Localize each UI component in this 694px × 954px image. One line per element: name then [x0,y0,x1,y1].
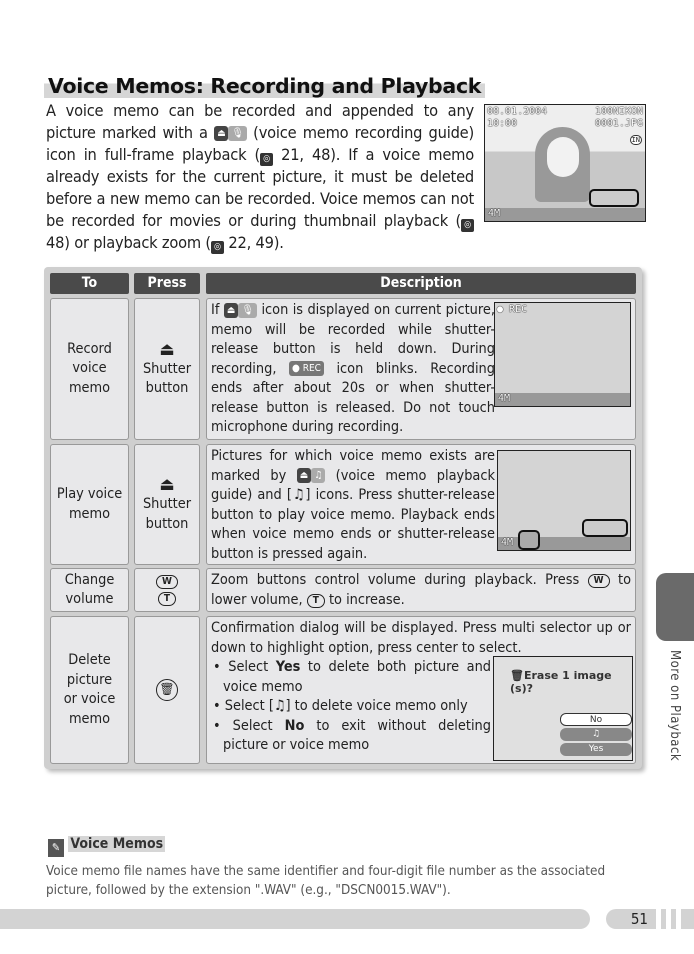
microphone-icon: 🎙 [238,302,258,318]
file-readout: 0001.JPG [594,118,643,129]
press-cell: ⏏ Shutter button [134,444,200,565]
recording-screen-illustration: ● REC 4M [494,302,631,407]
page-reference-icon: ◎ [260,153,274,166]
section-tab [656,573,694,641]
note-heading: ✎ Voice Memos [48,836,166,857]
dialog-option-no[interactable]: No [560,713,632,726]
footer-stripe [671,909,676,929]
shutter-guide-icon: ⏏ [296,468,312,483]
bullet-voice-only: • Select [♫] to delete voice memo only [213,698,468,714]
page-reference-icon: ◎ [210,241,224,254]
footer-stripe [661,909,666,929]
voice-memo-icon: [♫] [286,487,311,503]
date-readout: 08.01.2004 [487,106,548,117]
face-illustration [547,137,579,177]
description-cell: Zoom buttons control volume during playb… [206,568,636,612]
action-label: Delete picture or voice memo [63,652,116,727]
action-label: Change volume [64,571,115,608]
pencil-note-icon: ✎ [48,839,64,857]
zoom-w-button-icon: W [587,574,610,588]
erase-dialog-illustration: 🗑Erase 1 image (s)? No ♫ Yes [493,656,633,761]
press-label: Shutter button [142,496,192,532]
zoom-t-button-icon: T [306,593,325,608]
voice-guide-highlight [589,189,639,207]
press-label: Shutter button [142,360,192,397]
intro-text: 22, 49). [228,233,284,252]
action-label: Play voice memo [56,486,123,522]
press-cell: ⏏ Shutter button [134,298,200,440]
shutter-guide-icon: ⏏ [214,126,229,141]
playback-screen-illustration: 08.01.2004 10:00 100NIKON 0001.JPG IN 4M [484,104,646,222]
note-text: Voice memo file names have the same iden… [46,864,606,898]
erase-prompt: 🗑Erase 1 image (s)? [510,669,612,695]
table-row-play: Play voice memo [50,444,129,565]
delete-button-icon: 🗑 [156,679,178,701]
header-description: Description [206,273,636,294]
table-row-record: Record voice memo [50,298,129,440]
footer-bar [0,909,590,929]
footer-stripe [681,909,694,929]
description-text: Confirmation dialog will be displayed. P… [211,620,631,656]
description-text: If [211,302,220,318]
voice-memo-icon [518,530,540,550]
intro-paragraph: A voice memo can be recorded and appende… [46,100,474,254]
header-press: Press [134,273,200,294]
table-row-volume: Change volume [50,568,129,612]
rec-indicator: ● REC [497,304,528,315]
voice-guide-highlight [582,519,628,537]
image-size-readout: 4M [488,208,501,219]
description-text: Zoom buttons control volume during playb… [211,572,580,588]
internal-memory-icon: IN [629,135,642,145]
page-title: Voice Memos: Recording and Playback [44,74,486,98]
dialog-option-voice-memo[interactable]: ♫ [560,728,632,741]
microphone-icon: 🎙 [228,126,247,141]
rec-icon: ● REC [288,361,324,376]
voice-memo-icon: ♫ [311,468,326,483]
shutter-button-icon: ⏏ [159,474,175,495]
folder-readout: 100NIKON [594,106,643,117]
rec-label: REC [302,363,321,374]
zoom-t-button-icon: T [157,591,177,606]
playback-screen-illustration: 4M [497,450,631,551]
press-cell: WT [134,568,200,612]
page-reference-icon: ◎ [461,219,474,232]
page-number: 51 [606,909,656,929]
description-text: to increase. [328,591,405,608]
header-to: To [50,273,129,294]
bullet-yes: • Select Yes to delete both picture and … [213,659,492,695]
shutter-guide-icon: ⏏ [223,302,239,318]
section-tab-label: More on Playback [667,650,682,762]
table-row-delete: Delete picture or voice memo [50,616,129,764]
image-size-readout: 4M [498,393,511,404]
shutter-button-icon: ⏏ [159,338,175,360]
dialog-option-yes[interactable]: Yes [560,743,632,756]
intro-text: 48) or playback zoom ( [46,233,211,252]
zoom-w-button-icon: W [156,574,178,589]
time-readout: 10:00 [487,118,518,129]
press-cell: 🗑 [134,616,200,764]
image-size-readout: 4M [501,537,514,548]
action-label: Record voice memo [67,340,112,396]
bullet-no: • Select No to exit without deleting pic… [213,717,491,754]
